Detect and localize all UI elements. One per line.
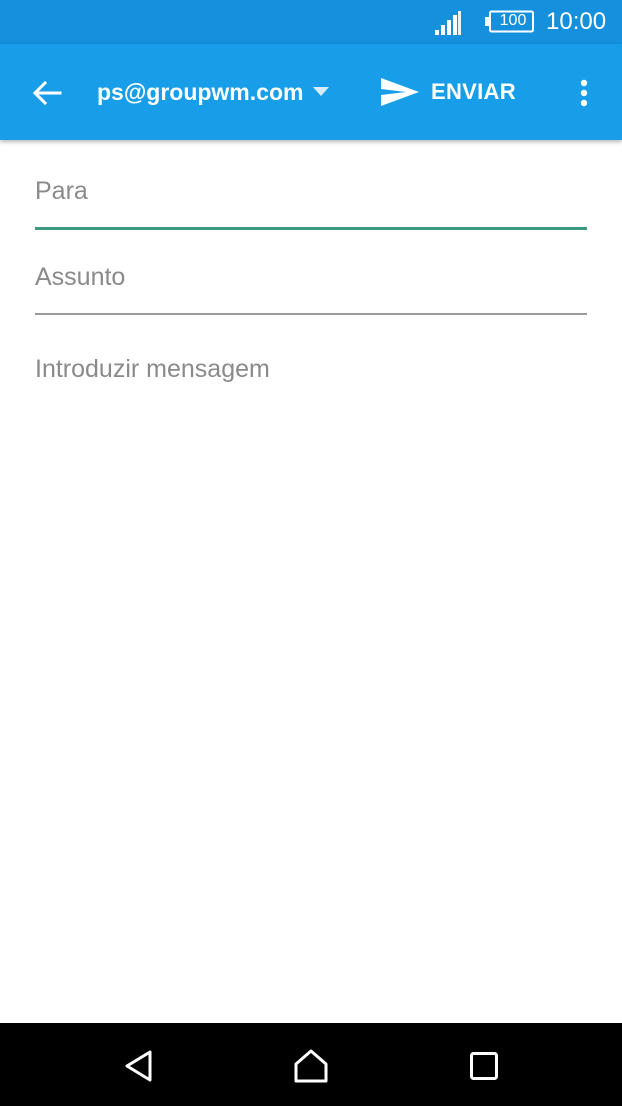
subject-field bbox=[35, 258, 587, 315]
battery-level: 100 bbox=[499, 12, 527, 29]
navigation-bar bbox=[0, 1023, 622, 1106]
send-label: ENVIAR bbox=[431, 79, 516, 104]
back-button[interactable] bbox=[22, 68, 72, 118]
nav-home-icon bbox=[294, 1049, 328, 1083]
send-button[interactable]: ENVIAR bbox=[380, 70, 516, 114]
compose-screen: 100 10:00 ps@groupwm.com ENVIAR bbox=[0, 0, 622, 1106]
nav-recents-button[interactable] bbox=[459, 1041, 509, 1091]
account-label: ps@groupwm.com bbox=[97, 79, 304, 105]
status-time: 10:00 bbox=[546, 8, 607, 35]
to-field bbox=[35, 172, 587, 230]
to-underline bbox=[35, 227, 587, 230]
status-bar: 100 10:00 bbox=[0, 0, 622, 44]
subject-underline bbox=[35, 313, 587, 315]
arrow-back-icon bbox=[32, 80, 62, 106]
more-vert-icon bbox=[580, 79, 588, 107]
overflow-menu-button[interactable] bbox=[570, 72, 598, 114]
account-selector[interactable]: ps@groupwm.com bbox=[97, 74, 330, 110]
nav-back-icon bbox=[125, 1050, 152, 1082]
subject-input[interactable] bbox=[35, 258, 587, 296]
app-bar: ps@groupwm.com ENVIAR bbox=[0, 44, 622, 140]
nav-back-button[interactable] bbox=[114, 1041, 164, 1091]
dropdown-triangle-icon bbox=[313, 87, 330, 96]
message-body-field bbox=[35, 350, 587, 1010]
signal-icon bbox=[435, 11, 461, 35]
nav-recents-icon bbox=[470, 1052, 498, 1080]
message-body-input[interactable] bbox=[35, 350, 587, 1010]
send-icon bbox=[381, 78, 419, 106]
nav-home-button[interactable] bbox=[286, 1041, 336, 1091]
to-input[interactable] bbox=[35, 172, 587, 210]
